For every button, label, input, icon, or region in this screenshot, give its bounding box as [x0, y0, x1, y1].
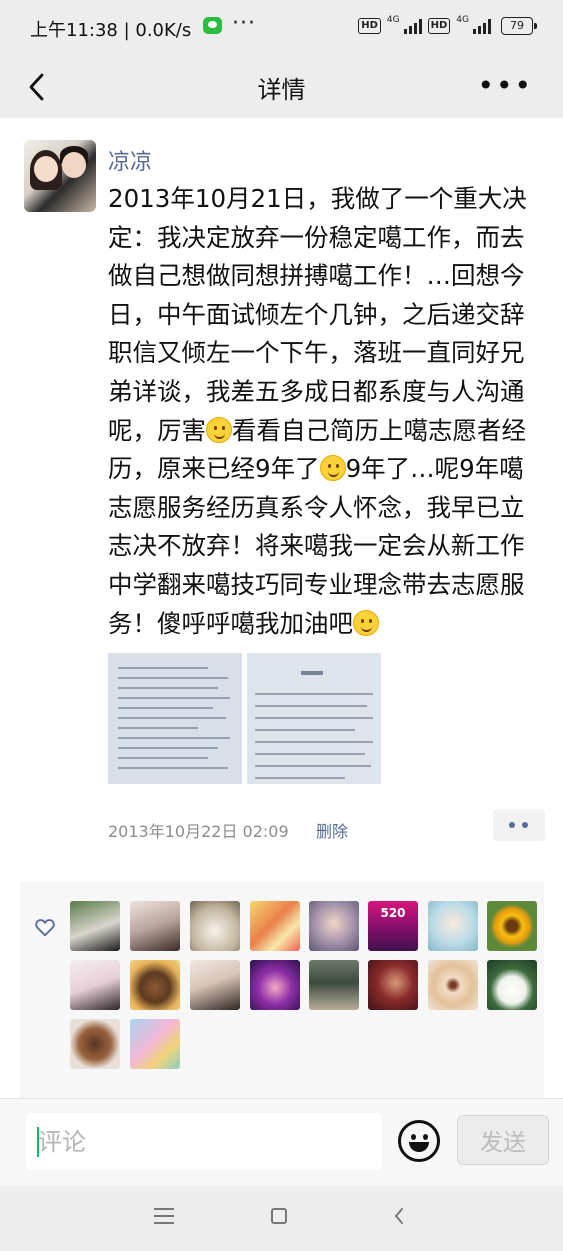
- text-cursor: [37, 1127, 39, 1157]
- liker-avatar[interactable]: [250, 960, 300, 1010]
- status-indicators: HD 4G HD 4G 79: [358, 15, 537, 35]
- status-time: 上午11:38 | 0.0K/s: [30, 20, 192, 41]
- liker-avatar[interactable]: [250, 901, 300, 951]
- wechat-notification-icon: [203, 17, 222, 34]
- home-icon[interactable]: [271, 1208, 287, 1224]
- post-text-part: 2013年10月21日，我做了一个重大决定：我决定放弃一份稳定噶工作，而去做自己…: [108, 184, 527, 445]
- liker-avatar[interactable]: [368, 960, 418, 1010]
- more-options-button[interactable]: •••: [477, 70, 533, 102]
- status-bar: 上午11:38 | 0.0K/s ··· HD 4G HD 4G 79: [0, 0, 563, 56]
- hd-icon: HD: [427, 18, 451, 34]
- liker-avatar[interactable]: [487, 901, 537, 951]
- heart-outline-icon: [35, 919, 55, 937]
- liker-avatar[interactable]: [309, 960, 359, 1010]
- network-type-label: 4G: [386, 15, 400, 25]
- post-timestamp: 2013年10月22日 02:09: [108, 822, 289, 841]
- flushed-face-emoji-icon: [206, 416, 232, 443]
- liker-avatar[interactable]: [190, 901, 240, 951]
- system-nav-bar: [0, 1186, 563, 1251]
- liker-avatar[interactable]: [130, 960, 180, 1010]
- smile-emoji-icon: [353, 609, 379, 636]
- delete-link[interactable]: 删除: [316, 818, 348, 842]
- liker-avatar[interactable]: [130, 901, 180, 951]
- comment-bar: 发送: [0, 1098, 563, 1187]
- comment-input[interactable]: [26, 1113, 382, 1170]
- avatar[interactable]: [24, 140, 96, 212]
- liker-badge-text: 520: [380, 906, 406, 920]
- liker-avatar[interactable]: [70, 960, 120, 1010]
- more-notifications-icon: ···: [232, 11, 256, 36]
- menu-icon[interactable]: [154, 1208, 174, 1224]
- liker-avatar[interactable]: [130, 1019, 180, 1069]
- smile-emoji-icon: [319, 455, 346, 482]
- nav-bar: 详情 •••: [0, 56, 563, 118]
- liker-avatar[interactable]: 520: [368, 901, 418, 951]
- liker-avatar[interactable]: [428, 901, 478, 951]
- network-type-label: 4G: [456, 15, 469, 25]
- liker-avatar[interactable]: [428, 960, 478, 1010]
- post-photo[interactable]: [108, 653, 242, 784]
- signal-icon: [473, 18, 491, 34]
- liker-avatar[interactable]: [309, 901, 359, 951]
- post-actions-button[interactable]: [493, 809, 545, 841]
- liker-avatar[interactable]: [487, 960, 537, 1010]
- liker-avatar[interactable]: [70, 901, 120, 951]
- liker-avatar[interactable]: [70, 1019, 120, 1069]
- author-name[interactable]: 凉凉: [108, 144, 152, 176]
- signal-icon: [403, 18, 422, 34]
- system-back-icon[interactable]: [392, 1206, 406, 1226]
- send-button[interactable]: 发送: [457, 1115, 549, 1165]
- post-photo[interactable]: [247, 653, 381, 784]
- moment-detail: 凉凉 2013年10月21日，我做了一个重大决定：我决定放弃一份稳定噶工作，而去…: [0, 118, 563, 1098]
- likes-section: 520: [20, 882, 544, 1098]
- hd-icon: HD: [358, 18, 381, 34]
- battery-icon: 79: [501, 17, 537, 35]
- post-text: 2013年10月21日，我做了一个重大决定：我决定放弃一份稳定噶工作，而去做自己…: [108, 180, 536, 643]
- liker-avatar[interactable]: [190, 960, 240, 1010]
- emoji-button[interactable]: [398, 1120, 440, 1162]
